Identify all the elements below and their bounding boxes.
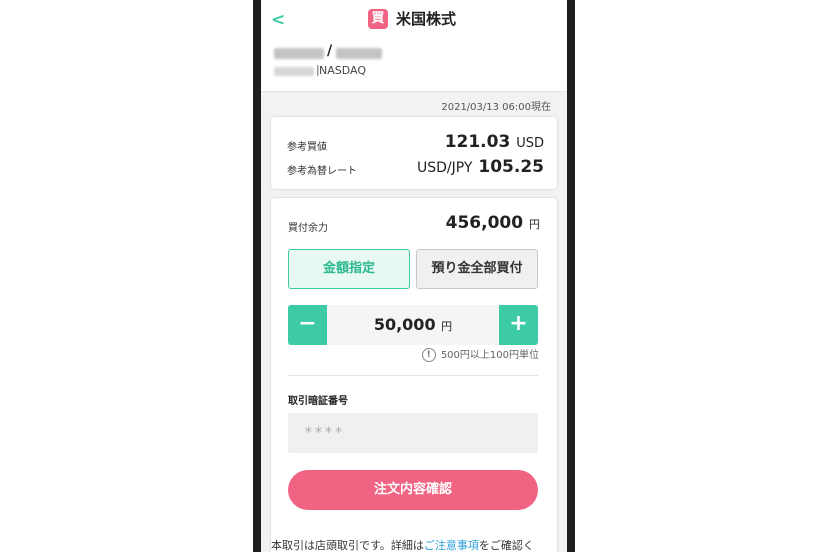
- stock-ticker-redacted: [274, 67, 314, 76]
- footer-text-before: 本取引は店頭取引です。詳細は: [271, 539, 424, 552]
- footer-notice: 本取引は店頭取引です。詳細はご注意事項をご確認く: [271, 537, 534, 552]
- order-card: 買付余力 456,000 円 金額指定 預り金全部買付 − 50,000 円 +…: [271, 198, 557, 552]
- fx-rate-value: USD/JPY 105.25: [417, 157, 544, 177]
- amount-note: ! 500円以上100円単位: [421, 348, 539, 364]
- pin-label: 取引暗証番号: [288, 396, 348, 407]
- amount-field[interactable]: 50,000 円: [327, 305, 499, 345]
- buying-power-number: 456,000: [445, 213, 524, 233]
- fx-pair: USD/JPY: [417, 160, 473, 176]
- quote-card: 参考買値 121.03 USD 参考為替レート USD/JPY 105.25: [271, 117, 557, 189]
- page-title: 米国株式: [396, 10, 457, 28]
- buying-power-value: 456,000 円: [446, 213, 540, 233]
- stock-code-redacted: [274, 48, 324, 59]
- divider: [288, 375, 538, 376]
- ref-price-value: 121.03 USD: [445, 132, 544, 152]
- chevron-left-icon[interactable]: <: [271, 10, 285, 30]
- buying-power-unit: 円: [529, 218, 540, 231]
- quote-timestamp: 2021/03/13 06:00現在: [441, 102, 551, 113]
- stock-name-redacted: [336, 48, 382, 59]
- buying-power-label: 買付余力: [288, 223, 328, 234]
- fx-rate-label: 参考為替レート: [287, 166, 357, 177]
- footer-text-after: をご確認く: [478, 539, 534, 552]
- minus-button[interactable]: −: [288, 305, 327, 345]
- stock-info: / | NASDAQ: [261, 40, 567, 92]
- ref-price-number: 121.03: [444, 132, 511, 152]
- amount-value: 50,000: [373, 315, 436, 334]
- header-bar: < 買 米国株式: [261, 0, 567, 40]
- amount-note-text: 500円以上100円単位: [440, 350, 539, 361]
- pin-input[interactable]: ****: [288, 413, 538, 453]
- fx-rate-number: 105.25: [478, 157, 544, 177]
- ref-price-label: 参考買値: [287, 142, 327, 153]
- stock-name-separator: /: [327, 43, 333, 59]
- app-screen: < 買 米国株式 / | NASDAQ 2021/03/13 06:00現在 参…: [261, 0, 567, 552]
- exchange-name: NASDAQ: [319, 64, 367, 77]
- notice-link[interactable]: ご注意事項: [424, 539, 479, 552]
- amount-unit: 円: [441, 320, 453, 333]
- ref-price-unit: USD: [516, 136, 544, 151]
- amount-mode-button[interactable]: 金額指定: [288, 249, 410, 289]
- buy-all-deposit-button[interactable]: 預り金全部買付: [416, 249, 538, 289]
- buy-badge: 買: [368, 9, 388, 29]
- amount-stepper: − 50,000 円 +: [288, 305, 538, 345]
- info-icon: !: [421, 348, 436, 362]
- confirm-order-button[interactable]: 注文内容確認: [288, 470, 538, 510]
- plus-button[interactable]: +: [499, 305, 538, 345]
